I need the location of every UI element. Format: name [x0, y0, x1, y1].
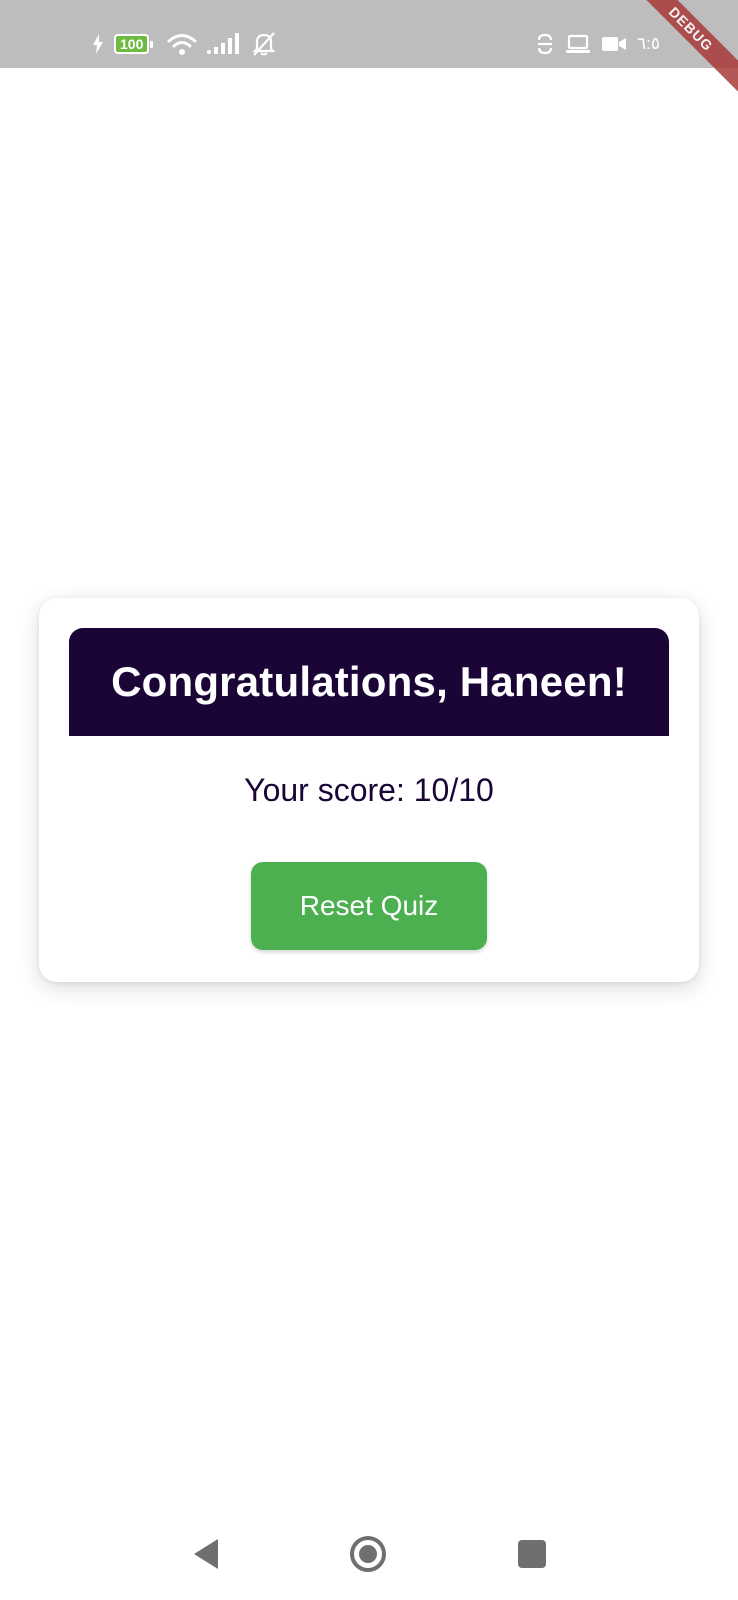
- sync-icon: [535, 29, 555, 59]
- status-bar-right: ٦:٥: [535, 29, 660, 59]
- video-icon: [601, 29, 627, 59]
- status-bar: 100 ٦:٥: [0, 0, 738, 68]
- back-icon[interactable]: [182, 1530, 230, 1578]
- reset-quiz-button[interactable]: Reset Quiz: [251, 862, 487, 950]
- status-clock: ٦:٥: [637, 34, 660, 53]
- battery-icon: 100: [114, 34, 154, 54]
- card-header: Congratulations, Haneen!: [69, 628, 669, 736]
- bell-off-icon: [251, 29, 277, 59]
- charging-icon: [92, 29, 104, 59]
- result-card: Congratulations, Haneen! Your score: 10/…: [39, 598, 699, 982]
- congratulations-title: Congratulations, Haneen!: [111, 658, 627, 705]
- score-text: Your score: 10/10: [244, 772, 494, 808]
- laptop-icon: [565, 29, 591, 59]
- recents-icon[interactable]: [508, 1530, 556, 1578]
- battery-level: 100: [120, 36, 144, 52]
- wifi-icon: [167, 29, 197, 59]
- navigation-bar: [0, 1510, 738, 1600]
- signal-icon: [207, 29, 241, 59]
- status-bar-left: 100: [92, 29, 277, 59]
- home-icon[interactable]: [344, 1530, 392, 1578]
